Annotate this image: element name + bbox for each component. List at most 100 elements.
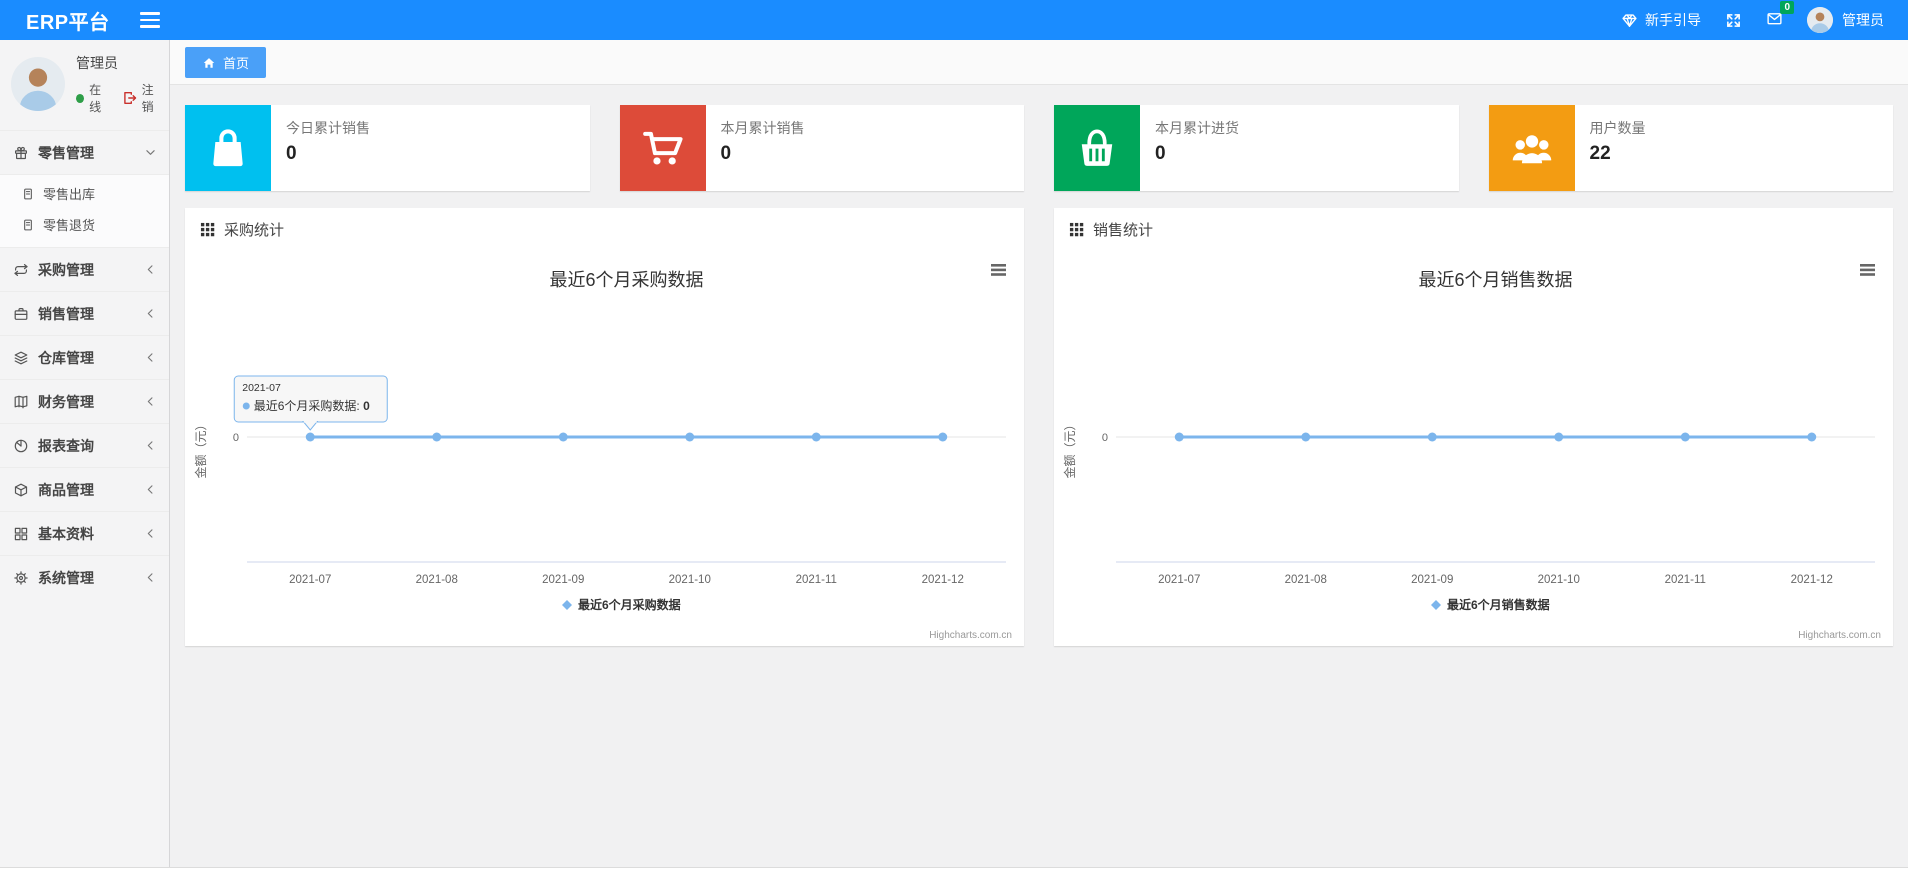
sidebar-subitem-retail-outbound[interactable]: 零售出库: [0, 178, 169, 209]
sidebar-subitem-label: 零售退货: [43, 218, 96, 233]
y-axis-title: 金额（元）: [1062, 418, 1077, 478]
page-footer: [0, 867, 1908, 889]
data-point-marker[interactable]: [1427, 432, 1437, 442]
gift-icon: [13, 145, 29, 161]
chart-tooltip: 2021-07 最近6个月采购数据: 0: [233, 375, 388, 431]
chart-context-menu-icon[interactable]: [1860, 264, 1875, 276]
brand-logo: ERP平台: [26, 11, 110, 34]
newbie-guide-button[interactable]: 新手引导: [1621, 10, 1701, 30]
sidebar-item-system[interactable]: 系统管理: [0, 555, 169, 599]
sidebar-subitem-retail-return[interactable]: 零售退货: [0, 209, 169, 240]
gem-icon: [1621, 12, 1638, 29]
legend-item[interactable]: 最近6个月销售数据: [1431, 597, 1550, 612]
top-navbar: ERP平台 新手引导 0 管理员: [0, 0, 1908, 40]
book-icon: [13, 394, 29, 410]
shopping-basket-icon: [1054, 105, 1140, 191]
x-axis-tick-label: 2021-07: [1158, 574, 1200, 586]
data-point-marker[interactable]: [1554, 432, 1564, 442]
x-axis-tick-label: 2021-08: [416, 574, 458, 586]
avatar: [11, 57, 65, 111]
data-point-marker[interactable]: [1807, 432, 1817, 442]
chevron-left-icon: [144, 395, 157, 408]
data-point-marker[interactable]: [685, 432, 695, 442]
logout-button[interactable]: 注销: [122, 81, 161, 115]
stat-card-today-sales: 今日累计销售 0: [185, 105, 590, 191]
x-axis-tick-label: 2021-10: [1538, 574, 1580, 586]
y-axis-title: 金额（元）: [193, 418, 208, 478]
chevron-left-icon: [144, 307, 157, 320]
sidebar-item-retail[interactable]: 零售管理: [0, 130, 169, 174]
chevron-left-icon: [144, 263, 157, 276]
tab-home-label: 首页: [223, 56, 250, 71]
y-axis-tick-label: 0: [1102, 432, 1108, 444]
sidebar: 管理员 在线 注销 零售管理 零售出库 零售退货 采购管理 销售管理 仓库管理 …: [0, 40, 170, 867]
chart-context-menu-icon[interactable]: [991, 264, 1006, 276]
fullscreen-icon[interactable]: [1725, 12, 1742, 29]
stat-card-month-sales: 本月累计销售 0: [619, 105, 1024, 191]
pie-chart-icon: [13, 438, 29, 454]
chevron-left-icon: [144, 351, 157, 364]
sidebar-item-label: 报表查询: [38, 437, 94, 454]
sidebar-item-goods[interactable]: 商品管理: [0, 467, 169, 511]
users-icon: [1488, 105, 1575, 191]
stat-card-month-purchases: 本月累计进货 0: [1054, 105, 1459, 191]
mail-count-badge: 0: [1780, 1, 1794, 14]
shopping-bag-icon: [185, 105, 271, 191]
th-grid-icon: [1069, 222, 1084, 237]
sign-out-icon: [122, 90, 138, 106]
stat-card-value: 0: [1155, 143, 1166, 164]
sidebar-subitem-label: 零售出库: [43, 187, 96, 202]
briefcase-icon: [13, 306, 29, 322]
sidebar-user-panel: 管理员 在线 注销: [0, 40, 169, 130]
x-axis-tick-label: 2021-08: [1285, 574, 1327, 586]
th-grid-icon: [200, 222, 215, 237]
gear-icon: [13, 570, 29, 586]
sidebar-item-purchase[interactable]: 采购管理: [0, 247, 169, 291]
sidebar-item-warehouse[interactable]: 仓库管理: [0, 335, 169, 379]
chevron-left-icon: [144, 527, 157, 540]
x-axis-tick-label: 2021-11: [796, 574, 837, 586]
username-label: 管理员: [1842, 12, 1884, 28]
panel-title: 采购统计: [224, 221, 285, 239]
data-point-marker[interactable]: [811, 432, 821, 442]
tab-home[interactable]: 首页: [185, 47, 267, 78]
sidebar-item-label: 仓库管理: [38, 349, 94, 366]
newbie-guide-label: 新手引导: [1645, 12, 1701, 28]
data-point-marker[interactable]: [305, 432, 315, 442]
legend-label: 最近6个月销售数据: [1447, 597, 1550, 612]
data-point-marker[interactable]: [1301, 432, 1311, 442]
layers-icon: [13, 350, 29, 366]
sidebar-item-reports[interactable]: 报表查询: [0, 423, 169, 467]
tab-bar: 首页: [170, 40, 1908, 85]
sidebar-item-sales[interactable]: 销售管理: [0, 291, 169, 335]
panel-sales-stats: 销售统计 最近6个月销售数据 金额（元） 0 2021-07 2021-08 2021-0…: [1054, 208, 1893, 646]
mail-button[interactable]: 0: [1766, 1, 1794, 30]
sidebar-item-finance[interactable]: 财务管理: [0, 379, 169, 423]
data-point-marker[interactable]: [938, 432, 948, 442]
sidebar-menu: 零售管理 零售出库 零售退货 采购管理 销售管理 仓库管理 财务管理 报表查询 …: [0, 130, 169, 599]
sidebar-item-basic-data[interactable]: 基本资料: [0, 511, 169, 555]
legend-item[interactable]: 最近6个月采购数据: [562, 597, 681, 612]
legend-marker-diamond: [562, 600, 572, 610]
data-point-marker[interactable]: [1174, 432, 1184, 442]
user-menu[interactable]: 管理员: [1807, 7, 1884, 33]
shopping-cart-icon: [619, 105, 706, 191]
chart-panels-row: 采购统计 最近6个月采购数据 金额（元） 0 2021-07 2021-08 2021-0…: [185, 208, 1893, 646]
home-icon: [202, 56, 216, 70]
sidebar-item-label: 销售管理: [38, 305, 94, 322]
cube-icon: [13, 482, 29, 498]
chart-title: 最近6个月采购数据: [549, 270, 703, 290]
sidebar-toggle-hamburger-icon[interactable]: [139, 12, 160, 28]
tooltip-series-dot: [242, 402, 250, 410]
sidebar-item-label: 财务管理: [38, 393, 94, 410]
sidebar-item-label: 系统管理: [38, 569, 94, 586]
tooltip-header: 2021-07: [242, 382, 281, 394]
purchase-line-chart: 最近6个月采购数据金额（元） 02021-07 2021-08 2021-09 2021…: [193, 264, 1012, 641]
data-point-marker[interactable]: [558, 432, 568, 442]
x-axis-tick-label: 2021-10: [669, 574, 711, 586]
stat-card-label: 用户数量: [1589, 120, 1646, 136]
data-point-marker[interactable]: [1680, 432, 1690, 442]
chevron-down-icon: [144, 146, 157, 159]
stat-card-user-count: 用户数量 22: [1488, 105, 1893, 191]
data-point-marker[interactable]: [432, 432, 442, 442]
